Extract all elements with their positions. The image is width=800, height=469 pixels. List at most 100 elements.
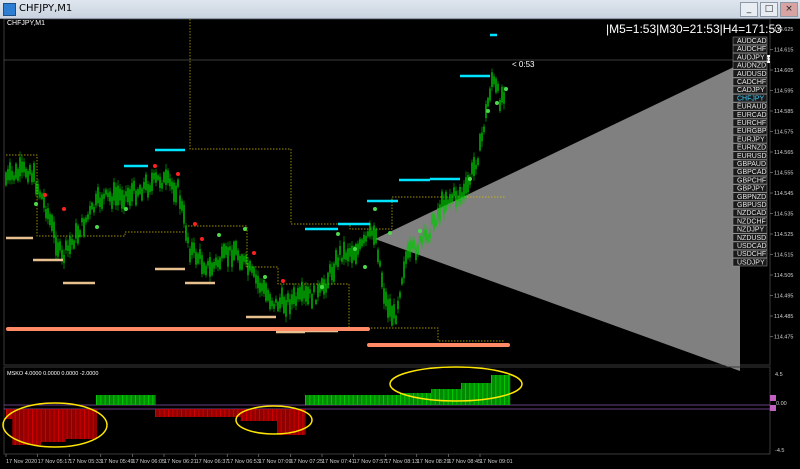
symbol-label: AUDNZD bbox=[737, 63, 766, 70]
price-tick: 114.525 bbox=[774, 232, 793, 238]
symbol-label: EURUSD bbox=[737, 153, 767, 160]
time-tick: 17 Nov 05:17 bbox=[38, 459, 71, 465]
price-tick: 114.595 bbox=[774, 89, 793, 95]
price-tick: 114.625 bbox=[774, 27, 793, 33]
price-tick: 114.495 bbox=[774, 294, 793, 300]
level-bar bbox=[305, 227, 338, 231]
level-bar bbox=[399, 178, 430, 182]
indicator-panel-frame bbox=[3, 366, 771, 455]
symbol-item[interactable]: CADJPY bbox=[732, 85, 768, 94]
level-bar bbox=[155, 148, 185, 152]
signal-dot bbox=[193, 222, 197, 226]
time-tick: 17 Nov 05:33 bbox=[69, 459, 102, 465]
symbol-item[interactable]: AUDCAD bbox=[732, 36, 768, 45]
symbol-item[interactable]: EURUSD bbox=[732, 151, 768, 160]
symbol-item[interactable]: EURNZD bbox=[732, 143, 768, 152]
symbol-item[interactable]: EURCAD bbox=[732, 110, 768, 119]
signal-dot bbox=[43, 193, 47, 197]
signal-dot bbox=[95, 225, 99, 229]
signal-dot bbox=[124, 207, 128, 211]
symbol-label: NZDJPY bbox=[737, 227, 765, 234]
signal-dot bbox=[252, 251, 256, 255]
level-bar bbox=[6, 236, 33, 240]
signal-dot bbox=[200, 237, 204, 241]
symbol-item[interactable]: EURAUD bbox=[732, 102, 768, 111]
signal-dot bbox=[62, 207, 66, 211]
level-bar bbox=[430, 177, 460, 181]
symbol-item[interactable]: NZDUSD bbox=[732, 233, 768, 242]
symbol-label: EURGBP bbox=[737, 128, 767, 135]
symbol-item[interactable]: GBPAUD bbox=[732, 159, 768, 168]
time-tick: 17 Nov 08:29 bbox=[417, 459, 450, 465]
price-tick: 114.605 bbox=[774, 68, 793, 74]
price-tick: 114.555 bbox=[774, 171, 793, 177]
symbol-label: EURCHF bbox=[737, 120, 766, 127]
level-bar bbox=[33, 258, 63, 262]
level-bar bbox=[276, 330, 305, 334]
symbol-item[interactable]: AUDNZD bbox=[732, 61, 768, 70]
time-axis: 17 Nov 2020 17 Nov 05:1717 Nov 05:3317 No… bbox=[5, 454, 513, 465]
signal-dot bbox=[495, 101, 499, 105]
time-tick: 17 Nov 05:49 bbox=[101, 459, 134, 465]
maximize-button[interactable]: □ bbox=[760, 2, 778, 17]
symbol-label: EURAUD bbox=[737, 104, 767, 111]
signal-dot bbox=[373, 207, 377, 211]
symbol-item[interactable]: NZDCHF bbox=[732, 217, 768, 225]
symbol-item[interactable]: AUDUSD bbox=[732, 69, 768, 78]
time-tick: 17 Nov 08:13 bbox=[385, 459, 418, 465]
level-bar bbox=[367, 199, 398, 203]
candles bbox=[5, 68, 505, 327]
symbol-label: EURJPY bbox=[737, 136, 765, 143]
signal-dot bbox=[418, 229, 422, 233]
level-bar bbox=[460, 74, 490, 78]
symbol-item[interactable]: GBPUSD bbox=[732, 200, 768, 209]
symbol-item[interactable]: CHFJPY bbox=[732, 94, 768, 102]
price-tick: 114.575 bbox=[774, 130, 793, 136]
symbol-item[interactable]: EURCHF bbox=[732, 118, 768, 127]
symbol-item[interactable]: EURJPY bbox=[732, 135, 768, 143]
window-controls: _ □ × bbox=[740, 2, 798, 17]
time-tick: 17 Nov 06:53 bbox=[227, 459, 260, 465]
symbol-label: USDCAD bbox=[737, 243, 767, 250]
symbol-item[interactable]: GBPNZD bbox=[732, 192, 768, 201]
window-titlebar: CHFJPY,M1 _ □ × bbox=[0, 0, 800, 19]
symbol-item[interactable]: USDCHF bbox=[732, 249, 768, 258]
indicator-histogram bbox=[6, 375, 511, 445]
signal-dot bbox=[363, 265, 367, 269]
time-tick: 17 Nov 06:21 bbox=[164, 459, 197, 465]
level-bar bbox=[6, 327, 370, 331]
signal-dot bbox=[263, 275, 267, 279]
symbol-item[interactable]: GBPCHF bbox=[732, 176, 768, 184]
signal-dot bbox=[486, 109, 490, 113]
time-tick: 17 Nov 07:41 bbox=[322, 459, 355, 465]
chart-area[interactable]: CHFJPY,M1 |M5=1:53|M30=21:53|H4=171:53 <… bbox=[0, 19, 800, 469]
symbol-item[interactable]: AUDJPY bbox=[732, 53, 768, 61]
minimize-button[interactable]: _ bbox=[740, 2, 758, 17]
price-tick: 114.535 bbox=[774, 212, 793, 218]
signal-dot bbox=[468, 177, 472, 181]
symbol-item[interactable]: NZDJPY bbox=[732, 225, 768, 234]
symbol-item[interactable]: NZDCAD bbox=[732, 208, 768, 217]
close-button[interactable]: × bbox=[780, 2, 798, 17]
signal-dot bbox=[34, 202, 38, 206]
signal-dot bbox=[504, 87, 508, 91]
symbol-label: CADCHF bbox=[737, 79, 766, 86]
symbol-item[interactable]: USDCAD bbox=[732, 241, 768, 250]
signal-dot bbox=[153, 164, 157, 168]
symbol-label: CHFJPY bbox=[737, 95, 765, 102]
symbol-item[interactable]: EURGBP bbox=[732, 126, 768, 135]
price-tick: 114.615 bbox=[774, 48, 793, 54]
time-tick: 17 Nov 07:57 bbox=[354, 459, 387, 465]
level-bar bbox=[490, 33, 497, 37]
symbol-item[interactable]: GBPCAD bbox=[732, 167, 768, 176]
symbol-item[interactable]: USDJPY bbox=[732, 258, 768, 266]
signal-dot bbox=[388, 231, 392, 235]
time-tick: 17 Nov 06:05 bbox=[132, 459, 165, 465]
signal-dot bbox=[336, 232, 340, 236]
price-tick: 114.485 bbox=[774, 314, 793, 320]
symbol-item[interactable]: AUDCHF bbox=[732, 44, 768, 53]
symbol-item[interactable]: GBPJPY bbox=[732, 184, 768, 193]
price-tick: 114.545 bbox=[774, 191, 793, 197]
symbol-item[interactable]: CADCHF bbox=[732, 77, 768, 86]
indicator-scale-top: 4.5 bbox=[775, 372, 783, 378]
